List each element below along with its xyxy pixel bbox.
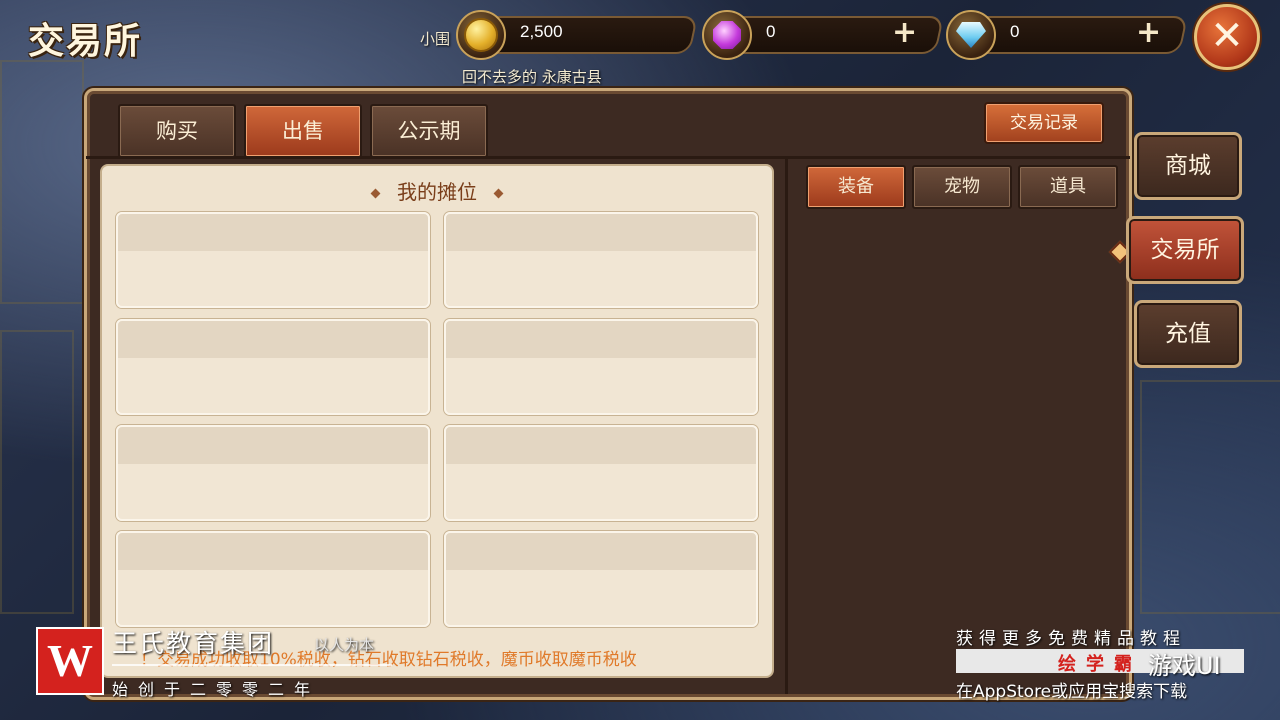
stall-slot[interactable] <box>116 319 430 415</box>
watermark-ui: 游戏UI <box>1148 652 1221 680</box>
watermark-divider <box>112 664 392 666</box>
side-nav-recharge[interactable]: 充值 <box>1134 300 1242 368</box>
gold-coin-icon <box>456 10 506 60</box>
watermark-name: 王氏教育集团 <box>112 629 275 658</box>
gem-amount: 0 <box>766 22 776 41</box>
panel-divider <box>785 158 788 694</box>
diamond-icon <box>946 10 996 60</box>
gem-currency: 0 + <box>702 10 945 60</box>
diamond-bullet-icon <box>370 188 381 199</box>
npc-caption: 回不去多的 永康古县 <box>462 68 602 86</box>
stall-heading: 我的摊位 <box>0 176 874 205</box>
gold-amount: 2,500 <box>520 22 563 41</box>
stall-slot[interactable] <box>444 319 758 415</box>
watermark-logo: W <box>36 627 104 695</box>
stall-slot[interactable] <box>444 212 758 308</box>
add-diamond-button[interactable]: + <box>1136 16 1161 50</box>
background-wall <box>1140 380 1280 614</box>
watermark-since: 始创于二零零二年 <box>112 680 321 699</box>
purple-gem-icon <box>702 10 752 60</box>
diamond-currency: 0 + <box>946 10 1189 60</box>
stall-slot[interactable] <box>116 212 430 308</box>
category-pet[interactable]: 宠物 <box>912 165 1012 209</box>
tab-buy[interactable]: 购买 <box>118 104 236 158</box>
side-nav-shop[interactable]: 商城 <box>1134 132 1242 200</box>
add-gem-button[interactable]: + <box>892 16 917 50</box>
trade-records-button[interactable]: 交易记录 <box>984 102 1104 144</box>
page-title: 交易所 <box>28 21 143 62</box>
stall-slot[interactable] <box>444 531 758 627</box>
watermark-brand: 绘学霸 <box>1058 654 1142 675</box>
side-nav-exchange[interactable]: 交易所 <box>1126 216 1244 284</box>
background-wall <box>0 330 74 614</box>
watermark-motto: 以人为本 <box>314 636 375 654</box>
diamond-bullet-icon <box>493 188 504 199</box>
close-button[interactable]: ✕ <box>1194 4 1260 70</box>
diamond-amount: 0 <box>1010 22 1020 41</box>
watermark-download: 在AppStore或应用宝搜索下载 <box>956 682 1188 702</box>
stall-slot[interactable] <box>444 425 758 521</box>
tab-sell[interactable]: 出售 <box>244 104 362 158</box>
gold-currency: 2,500 <box>456 10 699 60</box>
stall-slot[interactable] <box>116 531 430 627</box>
category-equipment[interactable]: 装备 <box>806 165 906 209</box>
header-divider <box>86 156 1130 159</box>
stall-slot[interactable] <box>116 425 430 521</box>
tab-public[interactable]: 公示期 <box>370 104 488 158</box>
npc-name: 小围 <box>420 30 451 48</box>
category-item[interactable]: 道具 <box>1018 165 1118 209</box>
stall-title: 我的摊位 <box>397 180 477 204</box>
